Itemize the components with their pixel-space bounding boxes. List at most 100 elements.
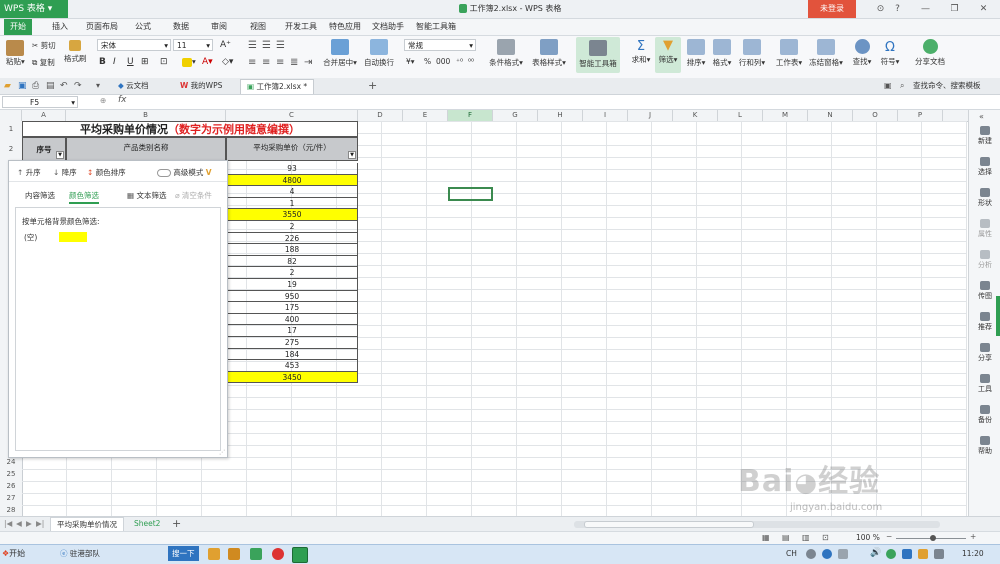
cut-button[interactable]: ✂ 剪切 <box>32 40 56 51</box>
sidebar-shape[interactable]: 形状 <box>969 188 1000 208</box>
price-cell[interactable]: 82 <box>226 255 358 268</box>
col-header-o[interactable]: O <box>853 110 898 121</box>
price-cell[interactable]: 4 <box>226 186 358 198</box>
skin-icon[interactable]: ⊙ <box>872 0 889 18</box>
tab-cloud-docs[interactable]: ◆ 云文档 <box>118 79 149 93</box>
wps-app-button[interactable]: WPS 表格 ▾ <box>0 0 68 18</box>
advanced-mode-toggle[interactable]: 高级模式 V <box>157 167 212 178</box>
align-left-icon[interactable]: ≡ <box>248 57 256 68</box>
col-header-j[interactable]: J <box>628 110 673 121</box>
align-top-icon[interactable]: ☰ <box>248 40 257 51</box>
ime-indicator[interactable]: CH <box>786 549 797 558</box>
price-cell[interactable]: 17 <box>226 325 358 337</box>
resize-grip-icon[interactable]: ⋰ <box>219 449 225 456</box>
price-cell[interactable]: 4800 <box>226 174 358 187</box>
formula-input[interactable] <box>134 96 994 108</box>
sidebar-new[interactable]: 新建 <box>969 126 1000 146</box>
font-name-select[interactable]: 宋体 ▾ <box>97 39 171 51</box>
page-break-view-icon[interactable]: ▥ <box>802 533 810 542</box>
menu-developer[interactable]: 开发工具 <box>279 19 323 35</box>
price-cell[interactable]: 226 <box>226 232 358 245</box>
smart-toolbox-button[interactable]: 智能工具箱 <box>576 37 620 73</box>
volume-icon[interactable]: 🔊 <box>870 548 881 558</box>
explorer-icon[interactable] <box>208 548 220 560</box>
media-icon[interactable] <box>228 548 240 560</box>
wrap-text-button[interactable]: 自动换行 <box>362 39 396 68</box>
select-all-corner[interactable] <box>0 110 22 121</box>
save-icon[interactable]: ▣ <box>18 79 27 93</box>
horizontal-scroll-thumb[interactable] <box>584 521 754 528</box>
menu-review[interactable]: 审阅 <box>205 19 233 35</box>
row-header-26[interactable]: 26 <box>0 480 22 492</box>
price-cell[interactable]: 3450 <box>226 371 358 384</box>
align-middle-icon[interactable]: ☰ <box>262 40 271 51</box>
tray-icon[interactable] <box>822 549 832 559</box>
decimal-increase-icon[interactable]: ⁺⁰ <box>456 57 463 66</box>
filter-dropdown-a[interactable]: ▼ <box>56 151 64 159</box>
maximize-button[interactable]: ❐ <box>946 0 963 18</box>
sidebar-properties[interactable]: 属性 <box>969 219 1000 239</box>
fx-icon[interactable]: fx <box>118 95 127 105</box>
menu-smart-toolbox[interactable]: 智能工具箱 <box>410 19 462 35</box>
taskbar-search-button[interactable]: 搜一下 <box>168 546 199 561</box>
number-format-select[interactable]: 常规 ▾ <box>404 39 476 51</box>
zoom-slider-thumb[interactable] <box>930 535 936 541</box>
price-cell[interactable]: 275 <box>226 337 358 349</box>
col-header-n[interactable]: N <box>808 110 853 121</box>
percent-button[interactable]: % <box>424 57 431 66</box>
sidebar-tools[interactable]: 工具 <box>969 374 1000 394</box>
copy-button[interactable]: ⧉ 复制 <box>32 57 55 68</box>
price-cell[interactable]: 188 <box>226 244 358 256</box>
freeze-panes-button[interactable]: 冻结窗格▾ <box>808 39 844 68</box>
print-icon[interactable]: ⎙ <box>32 79 39 93</box>
reading-mode-icon[interactable]: ⊡ <box>822 533 829 542</box>
col-header-h[interactable]: H <box>538 110 583 121</box>
minimize-button[interactable]: — <box>917 0 934 18</box>
price-cell[interactable]: 19 <box>226 279 358 291</box>
menu-home[interactable]: 开始 <box>4 19 32 35</box>
col-header-e[interactable]: E <box>403 110 448 121</box>
format-button[interactable]: 格式▾ <box>710 39 734 68</box>
close-button[interactable]: ✕ <box>975 0 992 18</box>
zoom-in-button[interactable]: + <box>970 532 976 541</box>
menu-data[interactable]: 数据 <box>167 19 195 35</box>
row-header-27[interactable]: 27 <box>0 492 22 504</box>
menu-view[interactable]: 视图 <box>244 19 272 35</box>
format-painter-button[interactable]: 格式刷 <box>64 40 87 64</box>
paste-button[interactable]: 粘贴▾ <box>6 40 25 67</box>
clear-conditions-button[interactable]: ⌀ 清空条件 <box>175 190 212 201</box>
underline-button[interactable]: U <box>127 57 134 67</box>
sheet-nav-last-icon[interactable]: ▶| <box>36 519 44 528</box>
tab-my-wps[interactable]: W 我的WPS <box>180 79 222 93</box>
name-box[interactable]: F5 ▾ <box>2 96 78 108</box>
conditional-format-button[interactable]: 条件格式▾ <box>486 39 526 68</box>
border-icon[interactable]: ⊞ <box>141 57 149 67</box>
taskbar-ie-item[interactable]: ⓔ 驻港部队 <box>60 548 100 559</box>
sidebar-backup[interactable]: 备份 <box>969 405 1000 425</box>
share-doc-button[interactable]: 分享文档 <box>912 39 948 67</box>
col-header-b[interactable]: B <box>66 110 226 121</box>
add-sheet-button[interactable]: + <box>172 517 181 531</box>
sheet-nav-next-icon[interactable]: ▶ <box>26 519 32 528</box>
fill-color-button[interactable]: ▾ <box>182 57 196 67</box>
sheet-tab-2[interactable]: Sheet2 <box>128 517 166 531</box>
col-header-i[interactable]: I <box>583 110 628 121</box>
start-button[interactable]: ❖开始 <box>2 548 25 559</box>
pane-scroll-indicator[interactable] <box>996 296 1000 336</box>
col-header-l[interactable]: L <box>718 110 763 121</box>
align-center-icon[interactable]: ≡ <box>262 57 270 68</box>
price-cell[interactable]: 175 <box>226 302 358 314</box>
menu-page-layout[interactable]: 页面布局 <box>80 19 124 35</box>
symbol-button[interactable]: Ω 符号▾ <box>878 39 902 67</box>
menu-doc-assistant[interactable]: 文档助手 <box>366 19 410 35</box>
price-cell[interactable]: 950 <box>226 290 358 303</box>
price-cell[interactable]: 453 <box>226 360 358 372</box>
table-style-button[interactable]: 表格样式▾ <box>529 39 569 68</box>
clear-format-icon[interactable]: ◇▾ <box>222 57 233 67</box>
horizontal-scrollbar[interactable] <box>574 521 940 528</box>
worksheet-button[interactable]: 工作表▾ <box>774 39 804 68</box>
align-bottom-icon[interactable]: ☰ <box>276 40 285 51</box>
text-filter-button[interactable]: ▦ 文本筛选 <box>127 190 166 201</box>
page-layout-view-icon[interactable]: ▤ <box>782 533 790 542</box>
tab-workbook[interactable]: ▣ 工作簿2.xlsx * <box>240 79 315 94</box>
